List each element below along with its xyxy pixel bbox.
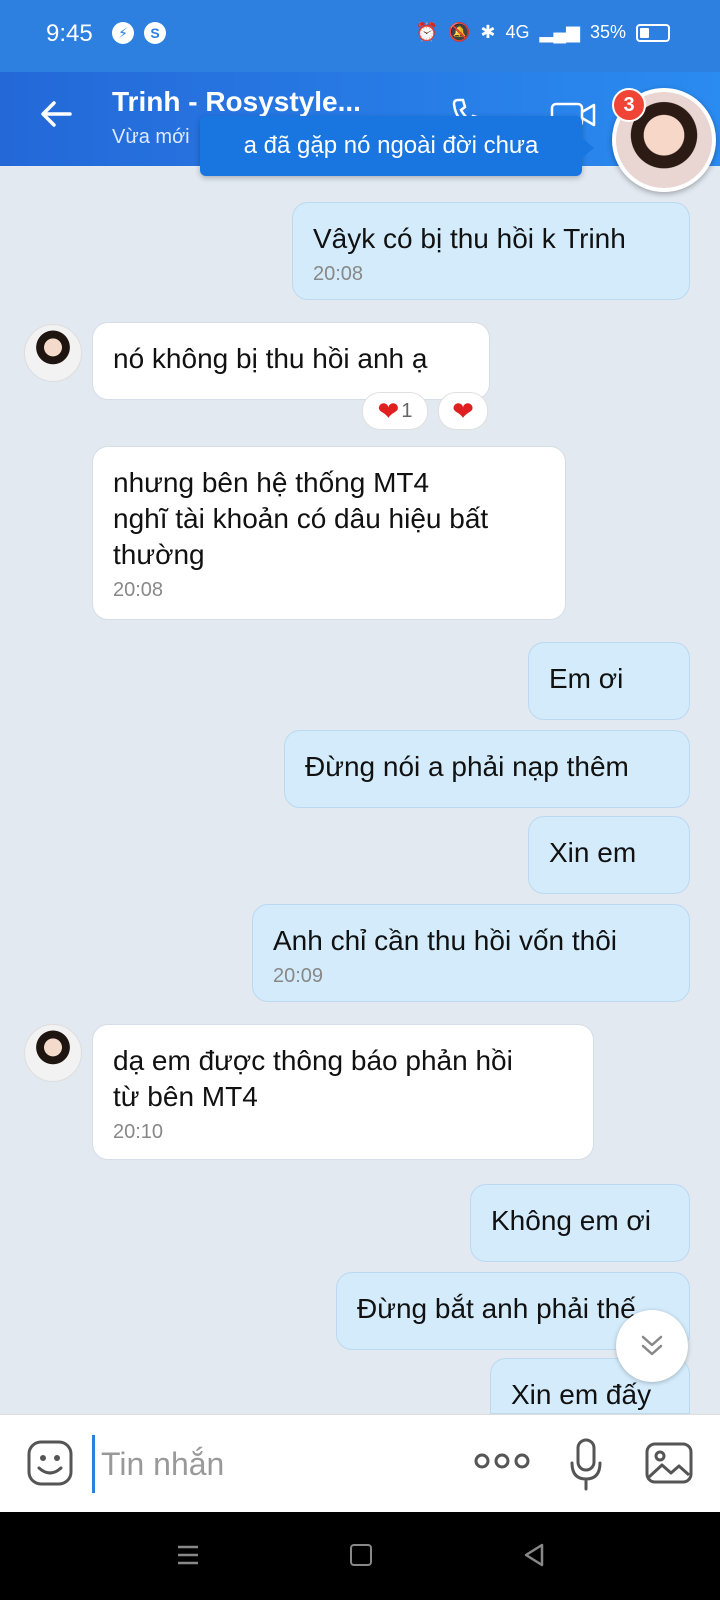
more-options-icon[interactable] [474,1449,530,1473]
battery-text: 35% [589,22,626,42]
image-icon[interactable] [644,1441,694,1485]
message-text: Vâyk có bị thu hồi k Trinh [313,223,626,254]
contact-avatar[interactable] [24,1024,82,1082]
message-text: Em ơi [549,663,624,694]
battery-level [640,27,649,38]
message-text: Đừng bắt anh phải thế [357,1293,636,1324]
nav-back-icon[interactable] [522,1542,546,1568]
message-text: Không em ơi [491,1205,652,1236]
reaction-count: 1 [401,399,413,422]
message-input-bar [0,1414,720,1513]
system-navigation-bar [0,1512,720,1600]
signal-icon: ▂▄▆ [539,22,580,42]
heart-icon: ❤ [452,395,474,426]
unread-badge: 3 [612,88,646,122]
scroll-to-bottom-button[interactable] [616,1310,688,1382]
message-bubble-outgoing[interactable]: Xin em [528,816,690,894]
message-bubble-outgoing[interactable]: Em ơi [528,642,690,720]
back-arrow-icon[interactable] [36,94,76,134]
message-text: nhưng bên hệ thống MT4 nghĩ tài khoản có… [113,467,489,570]
message-text: Anh chỉ cần thu hồi vốn thôi [273,925,618,956]
message-bubble-incoming[interactable]: nhưng bên hệ thống MT4 nghĩ tài khoản có… [92,446,566,620]
microphone-icon[interactable] [568,1437,604,1491]
message-bubble-outgoing[interactable]: Không em ơi [470,1184,690,1262]
status-notification-icons: ⚡ S [112,22,166,44]
message-input[interactable] [92,1435,463,1493]
message-text: Đừng nói a phải nạp thêm [305,751,629,782]
status-time: 9:45 [46,20,93,47]
react-button[interactable]: ❤ [438,392,488,430]
chat-head[interactable]: 3 [612,88,720,208]
message-time: 20:08 [113,579,164,601]
s-app-icon: S [144,22,166,44]
reaction-count-chip[interactable]: ❤ 1 [362,392,428,430]
recent-apps-icon[interactable] [176,1544,200,1566]
contact-status: Vừa mới [112,126,190,148]
message-preview-tooltip[interactable]: a đã gặp nó ngoài đời chưa [200,116,594,176]
message-text: Xin em đấy [511,1379,652,1410]
message-text: Xin em [549,837,637,868]
alarm-icon: ⏰ [415,22,438,42]
message-text: dạ em được thông báo phản hồi từ bên MT4 [113,1045,513,1112]
contact-avatar[interactable] [24,324,82,382]
message-time: 20:09 [273,965,324,987]
status-system-icons: ⏰ 🔕 ✱ 4G ▂▄▆ 35% [416,22,670,43]
heart-icon: ❤ [377,395,400,426]
message-text: nó không bị thu hồi anh ạ [113,343,428,374]
message-bubble-outgoing[interactable]: Vâyk có bị thu hồi k Trinh 20:08 [292,202,690,300]
status-bar: 9:45 ⚡ S ⏰ 🔕 ✱ 4G ▂▄▆ 35% [0,0,720,72]
battery-icon [636,23,670,42]
home-icon[interactable] [350,1544,372,1566]
emoji-icon[interactable] [26,1439,74,1487]
network-type: 4G [505,22,530,42]
messenger-icon: ⚡ [112,22,134,44]
double-chevron-down-icon [641,1335,663,1356]
mute-icon: 🔕 [447,22,471,42]
message-time: 20:10 [113,1121,164,1143]
contact-name[interactable]: Trinh - Rosystyle... [112,86,361,118]
message-bubble-incoming[interactable]: nó không bị thu hồi anh ạ [92,322,490,400]
message-bubble-incoming[interactable]: dạ em được thông báo phản hồi từ bên MT4… [92,1024,594,1160]
message-bubble-outgoing[interactable]: Anh chỉ cần thu hồi vốn thôi 20:09 [252,904,690,1002]
message-time: 20:08 [313,263,364,285]
message-bubble-outgoing[interactable]: Đừng nói a phải nạp thêm [284,730,690,808]
bluetooth-icon: ✱ [480,22,496,42]
